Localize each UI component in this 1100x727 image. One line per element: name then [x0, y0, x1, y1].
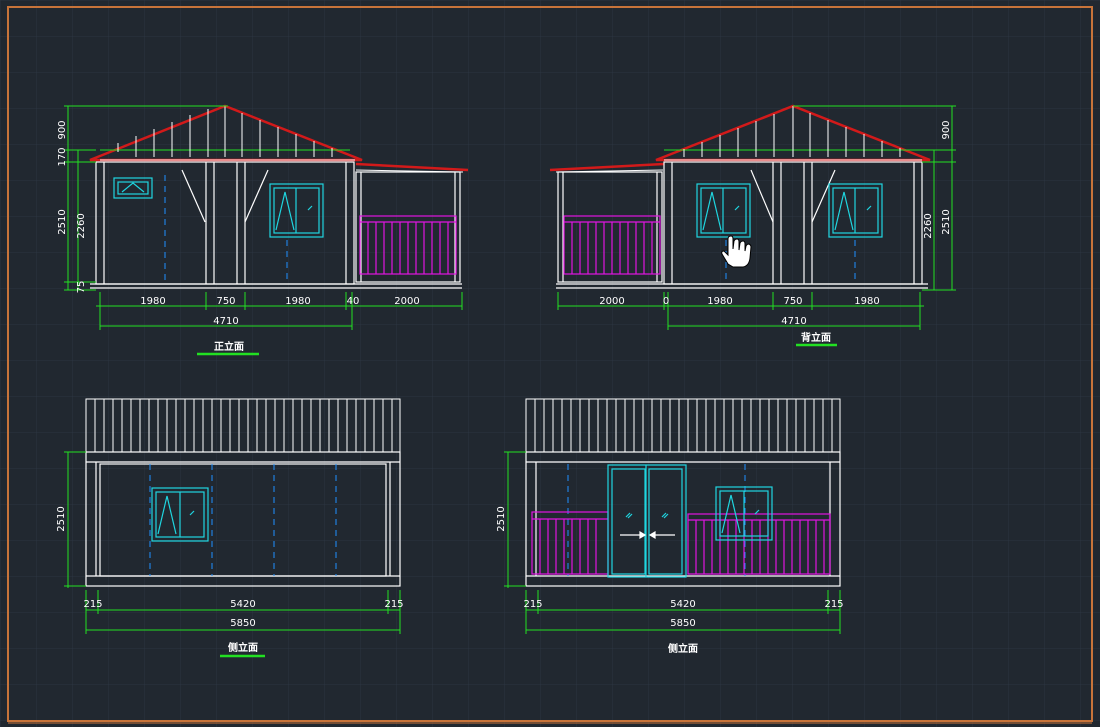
left-width-total: 5850 [230, 618, 255, 629]
back-height-wall: 2510 [941, 209, 952, 234]
right-height: 2510 [496, 506, 507, 531]
front-width-total: 4710 [213, 316, 238, 327]
front-elevation-title: 正立面 [214, 340, 244, 353]
back-width-2: 0 [663, 296, 669, 307]
left-width-2: 5420 [230, 599, 255, 610]
front-width-2: 750 [216, 296, 235, 307]
back-height-roof: 900 [941, 120, 952, 139]
back-width-total: 4710 [781, 316, 806, 327]
front-height-base: 75 [76, 281, 87, 294]
front-height-eave: 170 [57, 147, 68, 166]
left-width-1: 215 [83, 599, 102, 610]
front-width-3: 1980 [285, 296, 310, 307]
front-width-1: 1980 [140, 296, 165, 307]
front-height-wall: 2510 [57, 209, 68, 234]
right-width-1: 215 [523, 599, 542, 610]
right-side-elevation-title: 侧立面 [668, 642, 698, 655]
back-width-4: 750 [783, 296, 802, 307]
front-width-4: 40 [347, 296, 360, 307]
right-width-2: 5420 [670, 599, 695, 610]
left-side-elevation-title: 侧立面 [228, 641, 258, 654]
right-width-3: 215 [824, 599, 843, 610]
right-width-total: 5850 [670, 618, 695, 629]
left-width-3: 215 [384, 599, 403, 610]
cad-drawing-canvas[interactable]: 900 170 2510 2260 75 1980 750 1980 40 20… [0, 0, 1100, 727]
front-height-roof: 900 [57, 120, 68, 139]
back-elevation-title: 背立面 [801, 331, 831, 344]
back-width-1: 2000 [599, 296, 624, 307]
left-height: 2510 [56, 506, 67, 531]
back-height-clear: 2260 [923, 213, 934, 238]
front-width-5: 2000 [394, 296, 419, 307]
front-height-clear: 2260 [76, 213, 87, 238]
back-width-3: 1980 [707, 296, 732, 307]
back-width-5: 1980 [854, 296, 879, 307]
